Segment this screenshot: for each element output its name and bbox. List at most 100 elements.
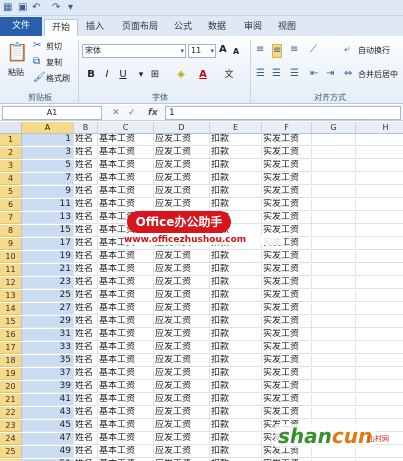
grid-cell[interactable]: 实发工资 — [262, 381, 312, 393]
grid-cell[interactable]: 基本工资 — [98, 316, 154, 328]
grid-cell[interactable]: 31 — [22, 329, 74, 341]
grid-cell[interactable]: 基本工资 — [98, 160, 154, 172]
tab-data[interactable]: 数据 — [202, 19, 232, 36]
grid-cell[interactable]: 基本工资 — [98, 381, 154, 393]
grid-cell[interactable]: 姓名 — [74, 342, 98, 354]
row-header[interactable]: 24 — [0, 433, 22, 445]
grid-cell[interactable] — [312, 134, 356, 146]
grid-cell[interactable]: 姓名 — [74, 264, 98, 276]
grid-cell[interactable] — [312, 264, 356, 276]
grid-cell[interactable]: 姓名 — [74, 251, 98, 263]
grid-cell[interactable]: 基本工资 — [98, 355, 154, 367]
grid-cell[interactable]: 7 — [22, 173, 74, 185]
grid-cell[interactable]: 基本工资 — [98, 303, 154, 315]
formula-input[interactable]: 1 — [165, 106, 401, 120]
paste-icon[interactable]: 📋 — [6, 42, 28, 64]
grid-cell[interactable]: 基本工资 — [98, 446, 154, 458]
underline-dropdown-icon[interactable]: ▾ — [134, 68, 148, 82]
row-header[interactable]: 17 — [0, 342, 22, 354]
row-header[interactable]: 13 — [0, 290, 22, 302]
grid-cell[interactable]: 扣款 — [210, 394, 262, 406]
grid-cell[interactable]: 扣款 — [210, 316, 262, 328]
grid-cell[interactable]: 姓名 — [74, 394, 98, 406]
row-header[interactable]: 16 — [0, 329, 22, 341]
align-right-icon[interactable]: ☰ — [290, 68, 299, 80]
grid-cell[interactable]: 姓名 — [74, 329, 98, 341]
grid-cell[interactable]: 扣款 — [210, 407, 262, 419]
grid-cell[interactable]: 37 — [22, 368, 74, 380]
row-header[interactable]: 2 — [0, 147, 22, 159]
grid-cell[interactable] — [312, 407, 356, 419]
grid-cell[interactable]: 基本工资 — [98, 407, 154, 419]
tab-review[interactable]: 审阅 — [238, 19, 268, 36]
grid-cell[interactable]: 实发工资 — [262, 303, 312, 315]
merge-center-button[interactable]: 合并后居中 — [358, 69, 398, 80]
grid-cell[interactable] — [312, 381, 356, 393]
row-header[interactable]: 10 — [0, 251, 22, 263]
grid-cell[interactable]: 3 — [22, 147, 74, 159]
grid-cell[interactable]: 姓名 — [74, 381, 98, 393]
grid-cell[interactable]: 29 — [22, 316, 74, 328]
grid-cell[interactable]: 应发工资 — [154, 342, 210, 354]
grid-cell[interactable] — [356, 199, 403, 211]
grid-cell[interactable]: 43 — [22, 407, 74, 419]
row-header[interactable]: 20 — [0, 381, 22, 393]
column-header-f[interactable]: F — [262, 122, 312, 134]
grid-cell[interactable]: 基本工资 — [98, 173, 154, 185]
grid-cell[interactable]: 扣款 — [210, 134, 262, 146]
grid-cell[interactable]: 姓名 — [74, 186, 98, 198]
row-header[interactable]: 21 — [0, 394, 22, 406]
grid-cell[interactable]: 基本工资 — [98, 199, 154, 211]
fill-color-icon[interactable]: ◈ — [174, 68, 188, 82]
grid-cell[interactable]: 实发工资 — [262, 394, 312, 406]
cancel-icon[interactable]: ✕ — [112, 107, 120, 119]
align-center-icon[interactable]: ☰ — [272, 68, 281, 80]
grid-cell[interactable]: 基本工资 — [98, 290, 154, 302]
grid-cell[interactable]: 姓名 — [74, 290, 98, 302]
bold-button[interactable]: B — [84, 68, 98, 82]
grid-cell[interactable] — [312, 329, 356, 341]
grid-cell[interactable]: 扣款 — [210, 173, 262, 185]
grid-cell[interactable]: 1 — [22, 134, 74, 146]
row-header[interactable]: 15 — [0, 316, 22, 328]
grid-cell[interactable]: 应发工资 — [154, 420, 210, 432]
row-header[interactable]: 5 — [0, 186, 22, 198]
shrink-font-icon[interactable]: A — [233, 46, 239, 58]
grid-cell[interactable]: 姓名 — [74, 446, 98, 458]
grid-cell[interactable]: 27 — [22, 303, 74, 315]
grid-cell[interactable]: 应发工资 — [154, 134, 210, 146]
grid-cell[interactable] — [356, 225, 403, 237]
grid-cell[interactable]: 基本工资 — [98, 186, 154, 198]
font-name-select[interactable]: 宋体 ▾ — [82, 44, 186, 58]
grid-cell[interactable]: 扣款 — [210, 446, 262, 458]
grid-cell[interactable]: 基本工资 — [98, 368, 154, 380]
grid-cell[interactable]: 姓名 — [74, 407, 98, 419]
customize-qat-icon[interactable]: ▾ — [68, 2, 73, 14]
grid-cell[interactable]: 13 — [22, 212, 74, 224]
paste-button[interactable]: 粘贴 — [8, 67, 24, 78]
copy-icon[interactable]: ⧉ — [33, 56, 40, 68]
wrap-text-icon[interactable]: ⤶ — [344, 44, 350, 56]
grid-cell[interactable]: 应发工资 — [154, 199, 210, 211]
grid-cell[interactable] — [312, 277, 356, 289]
tab-formulas[interactable]: 公式 — [168, 19, 198, 36]
format-painter-button[interactable]: 格式刷 — [46, 73, 70, 84]
grid-cell[interactable]: 扣款 — [210, 199, 262, 211]
grid-cell[interactable]: 5 — [22, 160, 74, 172]
font-color-icon[interactable]: A — [196, 68, 210, 82]
grid-cell[interactable]: 扣款 — [210, 264, 262, 276]
row-header[interactable]: 25 — [0, 446, 22, 458]
grid-cell[interactable]: 姓名 — [74, 316, 98, 328]
column-header-h[interactable]: H — [356, 122, 403, 134]
grid-cell[interactable] — [312, 342, 356, 354]
select-all-corner[interactable] — [0, 122, 22, 134]
grid-cell[interactable]: 应发工资 — [154, 290, 210, 302]
grid-cell[interactable]: 41 — [22, 394, 74, 406]
grid-cell[interactable] — [312, 368, 356, 380]
column-header-b[interactable]: B — [74, 122, 98, 134]
grid-cell[interactable]: 应发工资 — [154, 407, 210, 419]
grid-cell[interactable]: 39 — [22, 381, 74, 393]
grid-cell[interactable]: 11 — [22, 199, 74, 211]
row-header[interactable]: 1 — [0, 134, 22, 146]
grid-cell[interactable]: 基本工资 — [98, 329, 154, 341]
